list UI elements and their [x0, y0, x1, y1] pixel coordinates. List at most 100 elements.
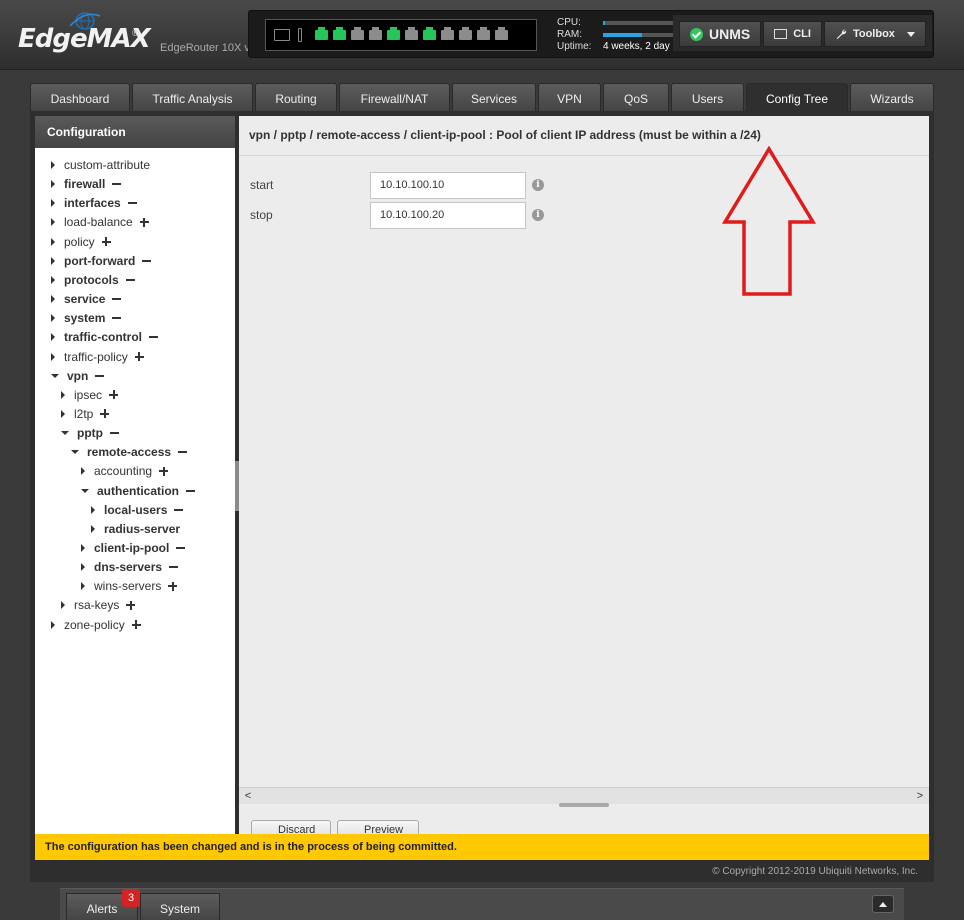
horizontal-scrollbar[interactable]: < > [239, 787, 929, 807]
caret-right-icon[interactable] [81, 563, 85, 572]
collapse-up-button[interactable] [872, 895, 894, 913]
tree-node-label[interactable]: dns-servers [94, 558, 162, 576]
tree-node-label[interactable]: wins-servers [94, 577, 161, 595]
scroll-thumb[interactable] [559, 803, 609, 807]
tab-qos[interactable]: QoS [603, 83, 669, 111]
minus-icon[interactable] [142, 256, 152, 265]
tree-node-port-forward[interactable]: port-forward [51, 252, 152, 270]
caret-right-icon[interactable] [51, 180, 55, 189]
minus-icon[interactable] [112, 180, 122, 189]
tree-node-firewall[interactable]: firewall [51, 175, 122, 193]
start-input[interactable] [370, 171, 526, 199]
minus-icon[interactable] [112, 314, 122, 323]
caret-right-icon[interactable] [51, 333, 55, 342]
tree-node-label[interactable]: client-ip-pool [94, 539, 169, 557]
tree-node-interfaces[interactable]: interfaces [51, 194, 137, 212]
cli-button[interactable]: CLI [763, 21, 822, 47]
tree-node-label[interactable]: ipsec [74, 386, 102, 404]
plus-icon[interactable] [100, 409, 110, 419]
caret-right-icon[interactable] [51, 237, 55, 246]
caret-right-icon[interactable] [51, 199, 55, 208]
tab-routing[interactable]: Routing [255, 83, 337, 111]
system-button[interactable]: System [140, 893, 220, 920]
tab-dashboard[interactable]: Dashboard [30, 83, 130, 111]
tree-node-client-ip-pool[interactable]: client-ip-pool [81, 539, 186, 557]
tree-node-traffic-control[interactable]: traffic-control [51, 328, 158, 346]
tree-node-label[interactable]: firewall [64, 175, 105, 193]
caret-down-icon[interactable] [51, 373, 59, 378]
minus-icon[interactable] [125, 275, 135, 284]
tree-node-policy[interactable]: policy [51, 233, 111, 251]
tree-node-system[interactable]: system [51, 309, 122, 327]
tree-node-label[interactable]: policy [64, 233, 95, 251]
caret-down-icon[interactable] [71, 450, 79, 455]
caret-right-icon[interactable] [61, 390, 65, 399]
caret-right-icon[interactable] [51, 295, 55, 304]
caret-right-icon[interactable] [91, 505, 95, 514]
tree-node-label[interactable]: load-balance [64, 213, 133, 231]
tree-node-label[interactable]: custom-attribute [64, 156, 150, 174]
caret-right-icon[interactable] [51, 256, 55, 265]
caret-down-icon[interactable] [81, 488, 89, 493]
minus-icon[interactable] [112, 295, 122, 304]
caret-right-icon[interactable] [51, 218, 55, 227]
tab-traffic-analysis[interactable]: Traffic Analysis [132, 83, 253, 111]
tree-node-label[interactable]: authentication [97, 482, 179, 500]
tree-node-label[interactable]: traffic-control [64, 328, 142, 346]
tree-node-l2tp[interactable]: l2tp [61, 405, 110, 423]
tree-node-zone-policy[interactable]: zone-policy [51, 616, 141, 634]
tree-node-accounting[interactable]: accounting [81, 462, 169, 480]
tree-node-load-balance[interactable]: load-balance [51, 213, 149, 231]
caret-right-icon[interactable] [51, 314, 55, 323]
minus-icon[interactable] [178, 448, 188, 457]
caret-right-icon[interactable] [51, 275, 55, 284]
tab-services[interactable]: Services [452, 83, 536, 111]
tab-firewall-nat[interactable]: Firewall/NAT [339, 83, 450, 111]
tree-node-vpn[interactable]: vpn [51, 367, 105, 385]
tab-vpn[interactable]: VPN [538, 83, 601, 111]
tree-node-protocols[interactable]: protocols [51, 271, 135, 289]
tree-node-ipsec[interactable]: ipsec [61, 386, 119, 404]
toolbox-button[interactable]: Toolbox [823, 21, 926, 47]
tab-config-tree[interactable]: Config Tree [746, 83, 848, 113]
stop-input[interactable] [370, 201, 526, 229]
caret-right-icon[interactable] [91, 524, 95, 533]
caret-right-icon[interactable] [51, 620, 55, 629]
chevron-left-icon[interactable]: < [241, 788, 255, 804]
plus-icon[interactable] [168, 581, 178, 591]
caret-right-icon[interactable] [51, 352, 55, 361]
tree-node-label[interactable]: interfaces [64, 194, 121, 212]
caret-right-icon[interactable] [51, 161, 55, 169]
plus-icon[interactable] [131, 620, 141, 630]
tree-node-dns-servers[interactable]: dns-servers [81, 558, 179, 576]
plus-icon[interactable] [134, 352, 144, 361]
minus-icon[interactable] [127, 199, 137, 208]
tree-node-remote-access[interactable]: remote-access [71, 443, 188, 461]
tree-node-label[interactable]: radius-server [104, 520, 180, 538]
tab-wizards[interactable]: Wizards [850, 83, 934, 111]
plus-icon[interactable] [101, 237, 111, 247]
caret-right-icon[interactable] [81, 582, 85, 591]
tree-node-label[interactable]: rsa-keys [74, 596, 119, 614]
tree-node-label[interactable]: pptp [77, 424, 103, 442]
alerts-button[interactable]: Alerts 3 [66, 889, 140, 920]
tree-node-traffic-policy[interactable]: traffic-policy [51, 348, 144, 366]
chevron-right-icon[interactable]: > [913, 788, 927, 804]
tree-node-label[interactable]: zone-policy [64, 616, 125, 634]
tree-node-custom-attribute[interactable]: custom-attribute [51, 156, 150, 174]
tree-node-pptp[interactable]: pptp [61, 424, 119, 442]
tree-node-radius-server[interactable]: radius-server [91, 520, 180, 538]
minus-icon[interactable] [186, 486, 196, 495]
caret-right-icon[interactable] [61, 601, 65, 610]
tree-node-label[interactable]: local-users [104, 501, 167, 519]
tree-node-label[interactable]: traffic-policy [64, 348, 128, 366]
minus-icon[interactable] [169, 563, 179, 572]
minus-icon[interactable] [149, 333, 158, 342]
minus-icon[interactable] [110, 429, 119, 438]
caret-right-icon[interactable] [81, 467, 85, 476]
caret-down-icon[interactable] [61, 431, 69, 436]
tree-node-label[interactable]: protocols [64, 271, 119, 289]
tree-node-service[interactable]: service [51, 290, 122, 308]
info-icon[interactable]: i [532, 209, 544, 221]
tree-node-label[interactable]: remote-access [87, 443, 171, 461]
